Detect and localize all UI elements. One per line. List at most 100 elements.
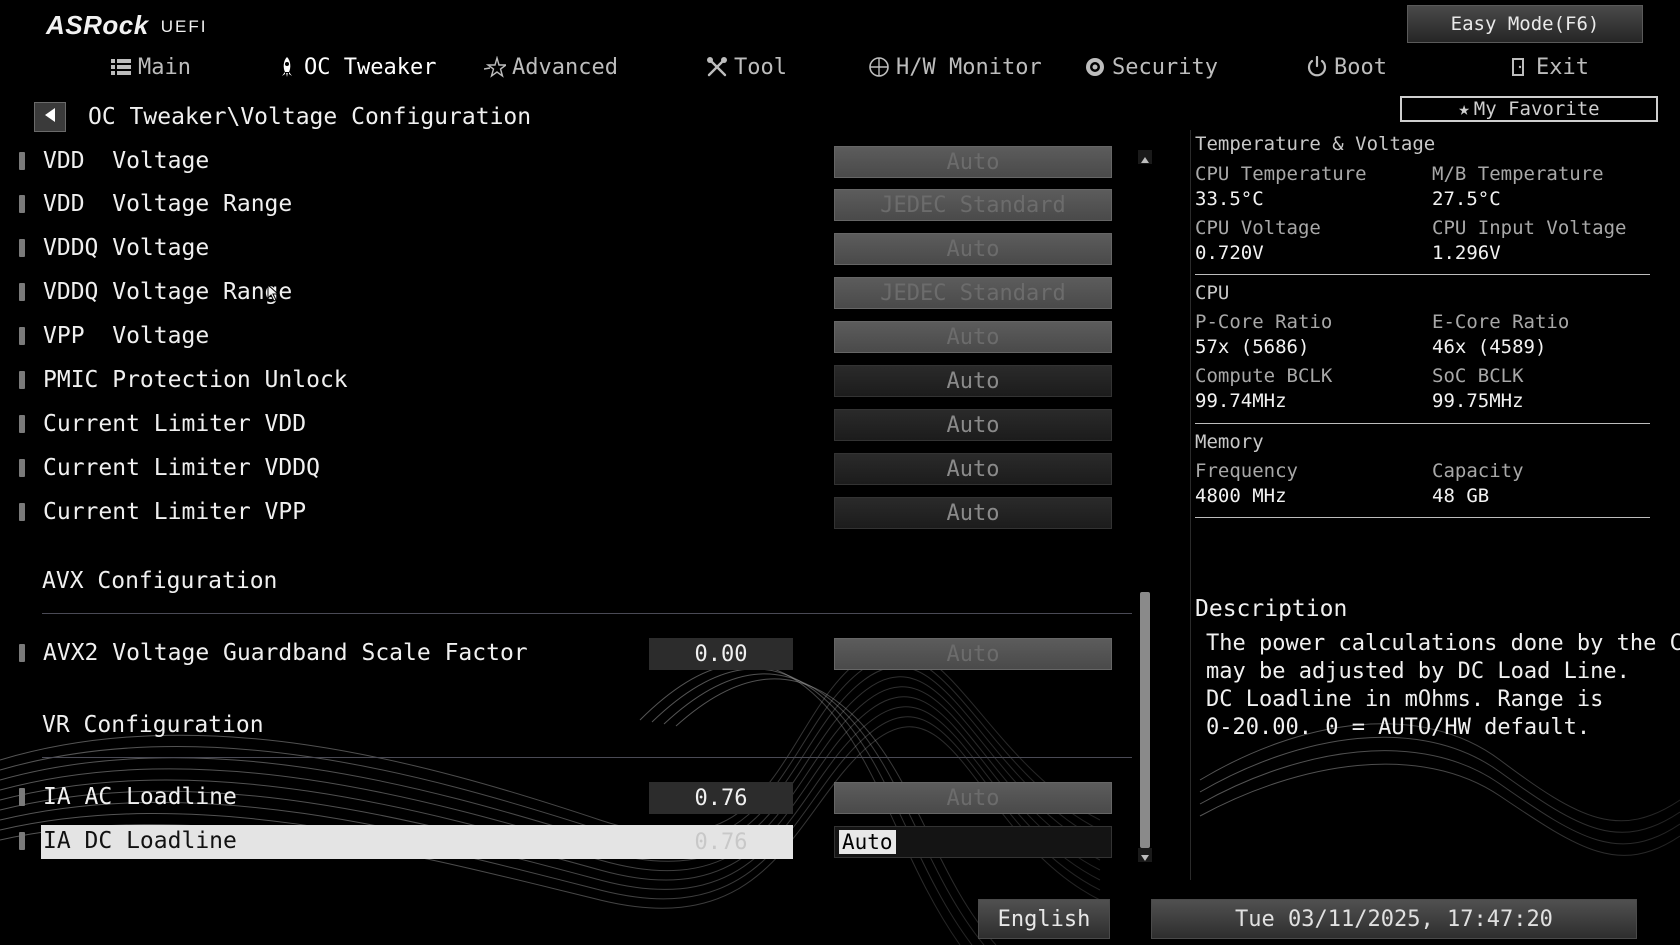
- panel-separator: [1195, 517, 1650, 518]
- setting-value[interactable]: Auto: [834, 638, 1112, 670]
- memory-frequency-value: 4800 MHz: [1195, 485, 1287, 507]
- scroll-down-icon: [1141, 846, 1149, 865]
- setting-value[interactable]: JEDEC Standard: [834, 189, 1112, 221]
- cpu-section-title: CPU: [1195, 282, 1230, 304]
- cpu-voltage-label: CPU Voltage: [1195, 217, 1321, 239]
- star-icon: [484, 56, 506, 78]
- setting-label: Current Limiter VDDQ: [43, 455, 320, 481]
- breadcrumb: OC Tweaker\Voltage Configuration: [88, 104, 532, 130]
- setting-label: Current Limiter VPP: [43, 499, 307, 525]
- monitor-icon: [868, 56, 890, 78]
- pcore-ratio-label: P-Core Ratio: [1195, 311, 1333, 333]
- setting-value[interactable]: Auto: [834, 146, 1112, 178]
- cpu-temp-value: 33.5°C: [1195, 188, 1264, 210]
- setting-row-vddq-voltage-range[interactable]: VDDQ Voltage Range JEDEC Standard: [0, 274, 1130, 310]
- setting-row-ia-dc-loadline[interactable]: IA DC Loadline 0.76 Auto: [0, 823, 1130, 859]
- scroll-down-button[interactable]: [1138, 848, 1152, 862]
- back-button[interactable]: [34, 102, 66, 132]
- setting-value[interactable]: Auto: [834, 365, 1112, 397]
- setting-label: VPP Voltage: [43, 323, 210, 349]
- pcore-ratio-value: 57x (5686): [1195, 336, 1310, 358]
- soc-bclk-value: 99.75MHz: [1432, 390, 1524, 412]
- scrollbar-thumb[interactable]: [1140, 592, 1150, 848]
- setting-row-current-limiter-vpp[interactable]: Current Limiter VPP Auto: [0, 494, 1130, 530]
- setting-value[interactable]: Auto: [834, 409, 1112, 441]
- setting-row-current-limiter-vdd[interactable]: Current Limiter VDD Auto: [0, 406, 1130, 442]
- temp-voltage-title: Temperature & Voltage: [1195, 133, 1436, 155]
- date-time-display[interactable]: Tue 03/11/2025, 17:47:20: [1151, 899, 1637, 939]
- row-marker: [19, 195, 25, 213]
- tab-security[interactable]: Security: [1084, 48, 1218, 86]
- soc-bclk-label: SoC BCLK: [1432, 365, 1524, 387]
- tab-oc-tweaker[interactable]: OC Tweaker: [276, 48, 436, 86]
- tab-label: Advanced: [512, 54, 618, 80]
- row-marker: [19, 152, 25, 170]
- current-value: 0.76: [694, 829, 748, 855]
- setting-value-editor[interactable]: Auto: [834, 826, 1112, 858]
- setting-row-ia-ac-loadline[interactable]: IA AC Loadline 0.76 Auto: [0, 779, 1130, 815]
- description-line: 0-20.00. 0 = AUTO/HW default.: [1206, 715, 1591, 740]
- setting-value[interactable]: Auto: [834, 453, 1112, 485]
- memory-capacity-value: 48 GB: [1432, 485, 1490, 507]
- main-nav: Main OC Tweaker Advanced Tool H/W Monito…: [0, 48, 1680, 86]
- setting-label: AVX2 Voltage Guardband Scale Factor: [43, 640, 528, 666]
- rocket-icon: [276, 56, 298, 78]
- setting-row-vddq-voltage[interactable]: VDDQ Voltage Auto: [0, 230, 1130, 266]
- cpu-input-voltage-label: CPU Input Voltage: [1432, 217, 1627, 239]
- memory-section-title: Memory: [1195, 431, 1264, 453]
- setting-value[interactable]: JEDEC Standard: [834, 277, 1112, 309]
- mb-temp-label: M/B Temperature: [1432, 163, 1604, 185]
- shield-icon: [1084, 56, 1106, 78]
- my-favorite-button[interactable]: ★ My Favorite: [1400, 96, 1658, 122]
- panel-separator: [1195, 274, 1650, 275]
- description-line: DC Loadline in mOhms. Range is: [1206, 687, 1604, 712]
- tab-label: Boot: [1334, 54, 1387, 80]
- setting-value[interactable]: Auto: [834, 782, 1112, 814]
- compute-bclk-value: 99.74MHz: [1195, 390, 1287, 412]
- setting-row-pmic-protection-unlock[interactable]: PMIC Protection Unlock Auto: [0, 362, 1130, 398]
- setting-label: VDDQ Voltage: [43, 235, 210, 261]
- tab-hw-monitor[interactable]: H/W Monitor: [868, 48, 1042, 86]
- setting-row-vdd-voltage[interactable]: VDD Voltage Auto: [0, 143, 1130, 179]
- ecore-ratio-value: 46x (4589): [1432, 336, 1547, 358]
- tab-exit[interactable]: Exit: [1508, 48, 1589, 86]
- setting-label: VDD Voltage Range: [43, 191, 293, 217]
- tab-label: Exit: [1536, 54, 1589, 80]
- description-title: Description: [1195, 596, 1348, 622]
- tab-label: Security: [1112, 54, 1218, 80]
- edit-value[interactable]: Auto: [839, 830, 896, 854]
- easy-mode-button[interactable]: Easy Mode(F6): [1407, 5, 1643, 43]
- asrock-logo: ASRock UEFI: [46, 10, 207, 41]
- favorite-label: My Favorite: [1473, 98, 1600, 120]
- list-icon: [110, 56, 132, 78]
- setting-row-vdd-voltage-range[interactable]: VDD Voltage Range JEDEC Standard: [0, 186, 1130, 222]
- tab-boot[interactable]: Boot: [1306, 48, 1387, 86]
- tab-tool[interactable]: Tool: [706, 48, 787, 86]
- tab-advanced[interactable]: Advanced: [484, 48, 618, 86]
- row-marker: [19, 283, 25, 301]
- compute-bclk-label: Compute BCLK: [1195, 365, 1333, 387]
- back-arrow-icon: [43, 107, 57, 127]
- row-marker: [19, 371, 25, 389]
- tab-main[interactable]: Main: [110, 48, 191, 86]
- memory-frequency-label: Frequency: [1195, 460, 1298, 482]
- wrench-icon: [706, 56, 728, 78]
- setting-value[interactable]: Auto: [834, 497, 1112, 529]
- section-title-avx: AVX Configuration: [42, 568, 278, 594]
- language-button[interactable]: English: [978, 899, 1110, 939]
- setting-row-current-limiter-vddq[interactable]: Current Limiter VDDQ Auto: [0, 450, 1130, 486]
- scroll-up-button[interactable]: [1138, 150, 1152, 164]
- row-marker: [19, 415, 25, 433]
- setting-row-vpp-voltage[interactable]: VPP Voltage Auto: [0, 318, 1130, 354]
- setting-value[interactable]: Auto: [834, 233, 1112, 265]
- description-text: The power calculations done by the CPU m…: [1206, 630, 1680, 742]
- description-line: may be adjusted by DC Load Line.: [1206, 659, 1630, 684]
- star-icon: ★: [1458, 98, 1470, 120]
- panel-separator: [1195, 423, 1650, 424]
- setting-label: IA DC Loadline: [43, 828, 237, 854]
- current-value: 0.76: [649, 782, 793, 814]
- setting-value[interactable]: Auto: [834, 321, 1112, 353]
- cpu-voltage-value: 0.720V: [1195, 242, 1264, 264]
- scroll-up-icon: [1141, 148, 1149, 167]
- setting-row-avx2-guardband[interactable]: AVX2 Voltage Guardband Scale Factor 0.00…: [0, 635, 1130, 671]
